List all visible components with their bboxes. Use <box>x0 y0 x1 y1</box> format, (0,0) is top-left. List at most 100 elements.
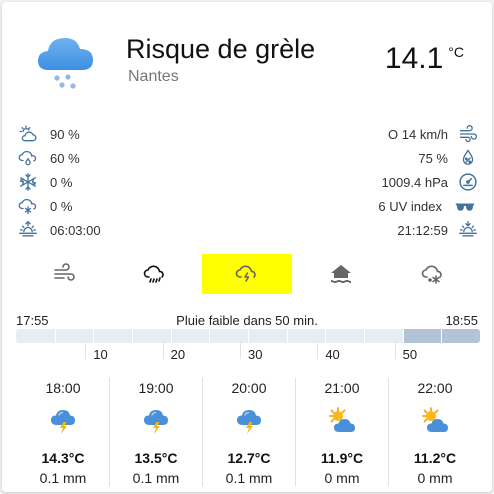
forecast-divider <box>388 378 389 486</box>
detail-value: O 14 km/h <box>388 126 448 142</box>
timeline-major-tick <box>162 343 164 359</box>
gauge-icon <box>459 173 477 191</box>
detail-wind: O 14 km/h <box>388 123 478 145</box>
timeline-major-tick <box>240 343 241 359</box>
home-flood-tab-icon <box>331 265 351 283</box>
forecast-time: 19:00 <box>138 380 174 396</box>
detail-cloud-cover: 90 % <box>18 123 80 145</box>
thunderstorm-icon <box>234 406 264 436</box>
detail-value: 06:03:00 <box>50 222 101 238</box>
timeline-tick-label: 20 <box>170 347 186 362</box>
detail-value: 75 % <box>418 150 448 166</box>
forecast-time: 22:00 <box>417 380 453 396</box>
location-name: Nantes <box>128 68 179 85</box>
forecast-column: 18:00 14.3°C 0.1 mm <box>17 378 109 488</box>
sunglasses-icon <box>455 203 475 211</box>
hail-cloud-icon <box>35 30 97 92</box>
forecast-precipitation: 0.1 mm <box>225 470 273 486</box>
forecast-divider <box>202 378 203 486</box>
temperature-unit: °C <box>448 44 464 60</box>
rain-forecast-message: Pluie faible dans 50 min. <box>176 313 318 328</box>
timeline-end-time: 18:55 <box>445 313 478 328</box>
timeline-minor-tick <box>325 329 327 343</box>
temperature-value: 14.1 <box>384 42 444 75</box>
detail-rain-chance: 60 % <box>18 147 80 169</box>
detail-snow-chance: 0 % <box>18 195 72 217</box>
forecast-temperature: 11.2°C <box>413 450 457 466</box>
timeline-major-tick <box>85 343 87 359</box>
forecast-temperature: 14.3°C <box>41 450 85 466</box>
timeline-minor-tick <box>54 329 56 343</box>
timeline-minor-tick <box>286 329 288 343</box>
timeline-minor-tick <box>441 329 443 343</box>
timeline-minor-tick <box>364 329 365 343</box>
forecast-temperature: 11.9°C <box>320 450 364 466</box>
forecast-temperature: 12.7°C <box>227 450 271 466</box>
detail-sunset: 21:12:59 <box>397 219 478 241</box>
partly-cloudy-icon <box>327 406 357 436</box>
forecast-precipitation: 0.1 mm <box>132 470 180 486</box>
tab-rain[interactable] <box>110 254 200 294</box>
timeline-minor-tick <box>170 329 172 343</box>
sun-cloud-icon <box>19 125 37 142</box>
detail-value: 21:12:59 <box>397 222 448 238</box>
tab-snow[interactable] <box>388 254 478 294</box>
detail-sunrise: 06:03:00 <box>18 219 101 241</box>
rain-cloud-tab-icon <box>143 265 164 283</box>
storm-cloud-tab-icon <box>235 265 256 282</box>
forecast-time: 20:00 <box>231 380 267 396</box>
detail-humidity: 75 % <box>418 147 478 169</box>
timeline-minor-tick <box>132 329 133 343</box>
forecast-tabs <box>2 254 492 298</box>
forecast-temperature: 13.5°C <box>134 450 178 466</box>
detail-value: 60 % <box>50 150 80 166</box>
forecast-column: 20:00 12.7°C 0.1 mm <box>203 378 295 488</box>
timeline-major-tick <box>317 343 319 359</box>
tab-wind[interactable] <box>19 254 109 294</box>
timeline-tick-label: 50 <box>402 347 418 362</box>
tab-home-flood[interactable] <box>296 254 386 294</box>
detail-pressure: 1009.4 hPa <box>381 171 478 193</box>
timeline-tick-label: 30 <box>248 347 263 362</box>
detail-value: 0 % <box>50 174 73 190</box>
forecast-time: 21:00 <box>324 380 360 396</box>
rain-intensity-bar <box>16 329 480 343</box>
humidity-icon <box>462 149 474 165</box>
detail-value: 6 UV index <box>378 198 442 214</box>
detail-freeze-chance: 0 % <box>18 171 72 193</box>
sunrise-icon <box>19 220 37 237</box>
thunderstorm-icon <box>48 406 78 436</box>
timeline-minor-tick <box>209 329 211 343</box>
snowflake-icon <box>19 173 37 191</box>
forecast-column: 22:00 11.2°C 0 mm <box>389 378 481 488</box>
detail-value: 90 % <box>50 126 80 142</box>
current-temperature: 14.1 °C <box>385 42 464 76</box>
timeline-tick-label: 40 <box>325 347 340 362</box>
detail-value: 0 % <box>50 198 73 214</box>
snow-cloud-icon <box>18 198 37 215</box>
forecast-column: 21:00 11.9°C 0 mm <box>296 378 388 488</box>
detail-value: 1009.4 hPa <box>381 174 448 190</box>
wind-icon <box>459 125 477 143</box>
timeline-minor-tick <box>248 329 249 343</box>
weather-card: Risque de grèle Nantes 14.1 °C 90 % 60 % … <box>2 2 492 492</box>
timeline-major-tick <box>394 343 396 359</box>
forecast-precipitation: 0 mm <box>417 470 453 486</box>
forecast-divider <box>295 378 296 486</box>
rain-drops-cloud-icon <box>18 150 37 166</box>
forecast-precipitation: 0.1 mm <box>39 470 87 486</box>
forecast-divider <box>109 378 110 486</box>
sunset-icon <box>459 221 477 237</box>
timeline-minor-tick <box>402 329 404 343</box>
partly-cloudy-icon <box>420 406 450 436</box>
wind-tab-icon <box>54 263 75 281</box>
snow-cloud-tab-icon <box>421 265 442 284</box>
thunderstorm-icon <box>141 406 171 436</box>
forecast-precipitation: 0 mm <box>324 470 360 486</box>
tab-storm[interactable] <box>202 254 292 294</box>
forecast-time: 18:00 <box>45 380 81 396</box>
timeline-tick-label: 10 <box>93 347 108 362</box>
timeline-minor-tick <box>93 329 95 343</box>
condition-title: Risque de grèle <box>126 34 316 64</box>
detail-uv: 6 UV index <box>378 195 478 217</box>
